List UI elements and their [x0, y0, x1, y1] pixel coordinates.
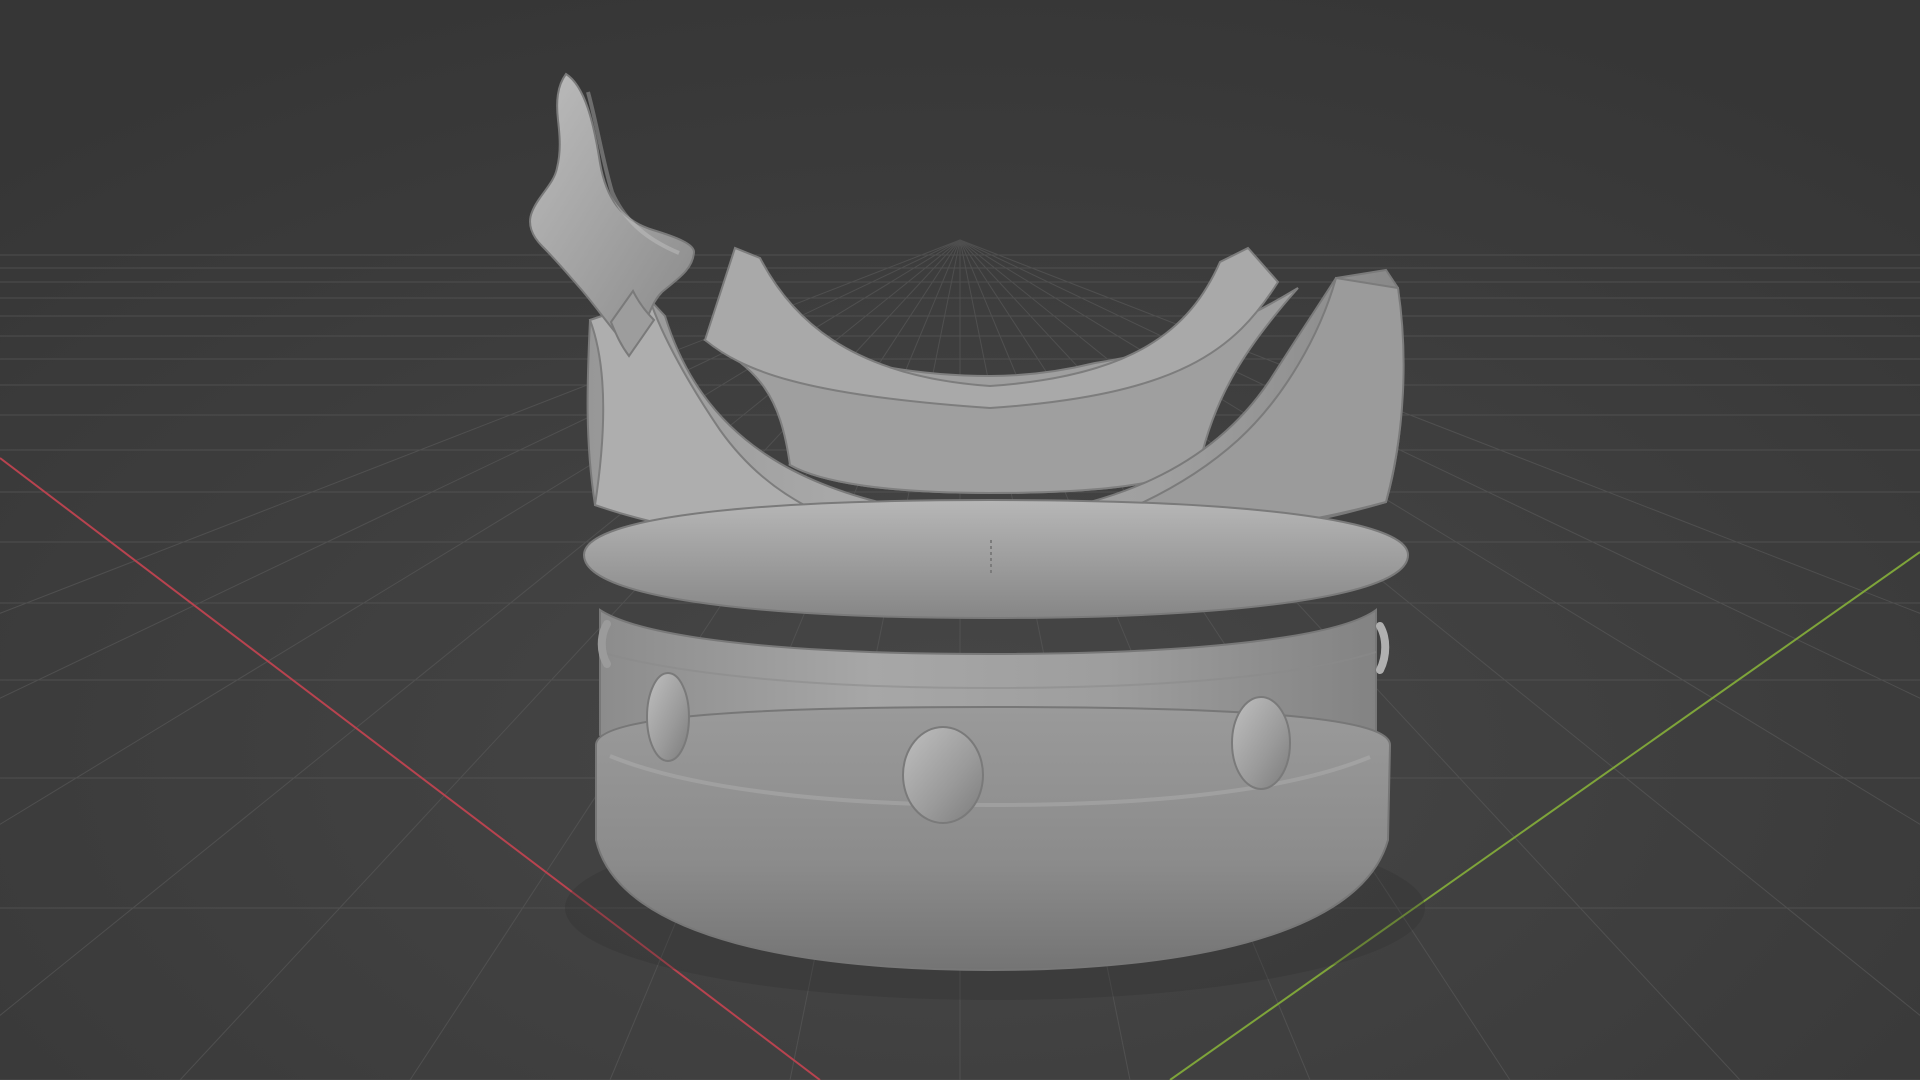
3d-viewport[interactable]	[0, 0, 1920, 1080]
crown-gem-left	[646, 672, 690, 762]
crown-gem-center	[902, 726, 984, 824]
crown-top-rim	[582, 498, 1410, 620]
viewport-canvas[interactable]	[0, 0, 1920, 1080]
crown-gem-right	[1231, 696, 1291, 790]
